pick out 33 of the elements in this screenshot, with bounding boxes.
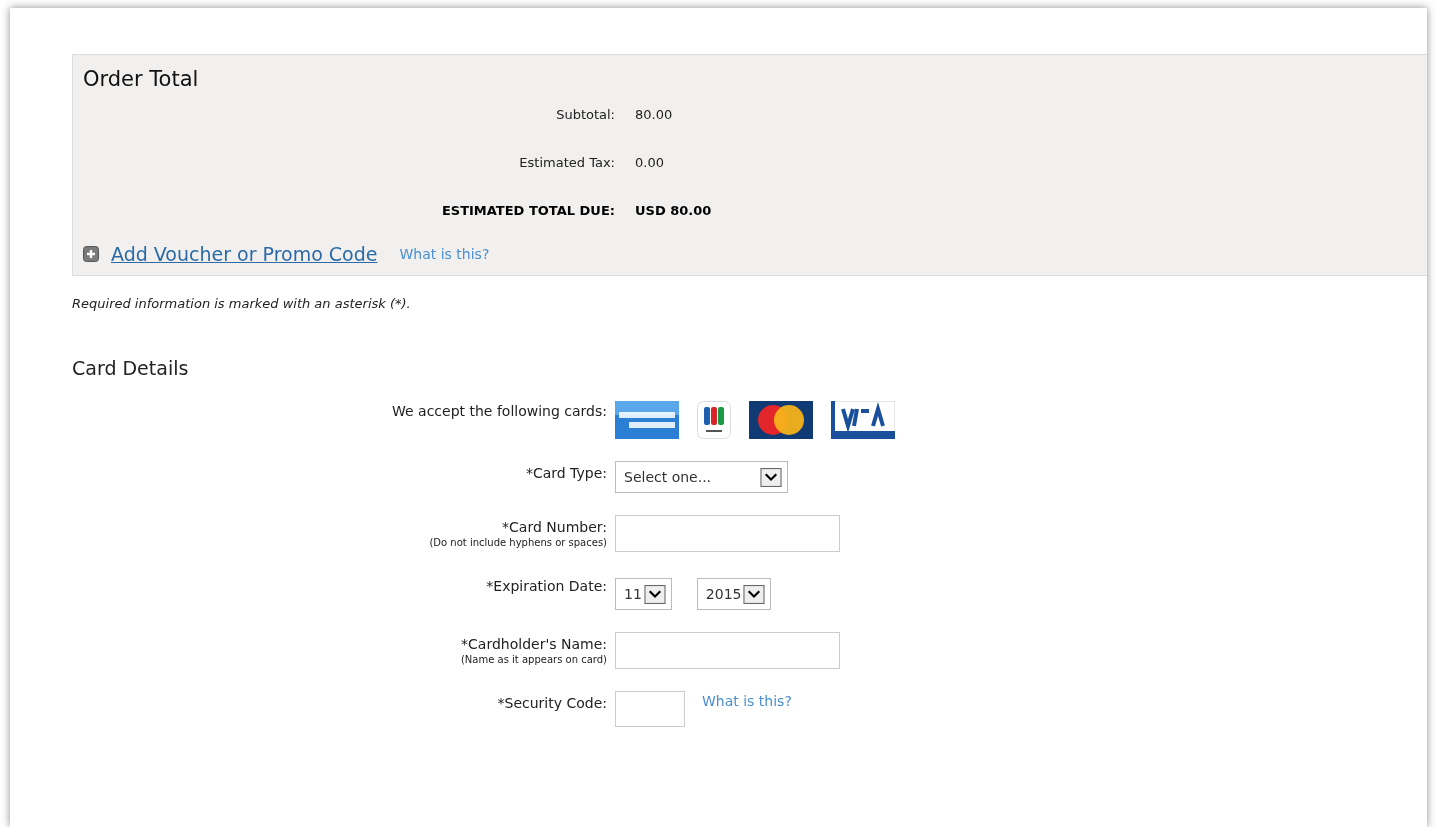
- credit-card-icon: [831, 401, 895, 439]
- order-total-title: Order Total: [83, 67, 200, 91]
- field-label: *Card Number:: [502, 518, 607, 535]
- summary-value: 80.00: [635, 107, 674, 122]
- date-dropdown[interactable]: 11: [615, 578, 672, 610]
- caret-icon: [643, 584, 666, 604]
- card-details-title: Card Details: [72, 357, 190, 379]
- caret-icon: [743, 584, 766, 604]
- accepted-cards-label: We accept the following cards:: [392, 402, 607, 419]
- input-field[interactable]: [615, 515, 840, 552]
- input-field[interactable]: [615, 691, 685, 727]
- caret-icon: [760, 467, 782, 487]
- field-hint: (Do not include hyphens or spaces): [429, 537, 607, 548]
- summary-label: Subtotal:: [556, 107, 615, 122]
- plus-icon[interactable]: [83, 246, 99, 262]
- required-note: Required information is marked with an asterisk (*).: [72, 296, 412, 311]
- card-type-dropdown[interactable]: Select one...: [615, 461, 788, 493]
- field-label: *Expiration Date:: [486, 577, 607, 594]
- credit-card-icon: [615, 401, 679, 439]
- field-label: *Cardholder's Name:: [461, 635, 607, 652]
- what-is-this-link[interactable]: What is this?: [702, 691, 792, 709]
- summary-value: USD 80.00: [635, 203, 713, 218]
- summary-value: 0.00: [635, 155, 665, 170]
- summary-label: ESTIMATED TOTAL DUE:: [441, 203, 615, 218]
- date-dropdown[interactable]: 2015: [696, 578, 772, 610]
- field-label: *Security Code:: [497, 694, 607, 711]
- add-voucher-link[interactable]: Add Voucher or Promo Code: [111, 243, 378, 265]
- field-label: *Card Type:: [525, 464, 607, 481]
- input-field[interactable]: [615, 632, 840, 669]
- summary-label: Estimated Tax:: [519, 155, 615, 170]
- overlapping-circles-card-icon: [749, 401, 813, 439]
- striped-card-icon: [697, 401, 731, 439]
- field-hint: (Name as it appears on card): [460, 654, 607, 665]
